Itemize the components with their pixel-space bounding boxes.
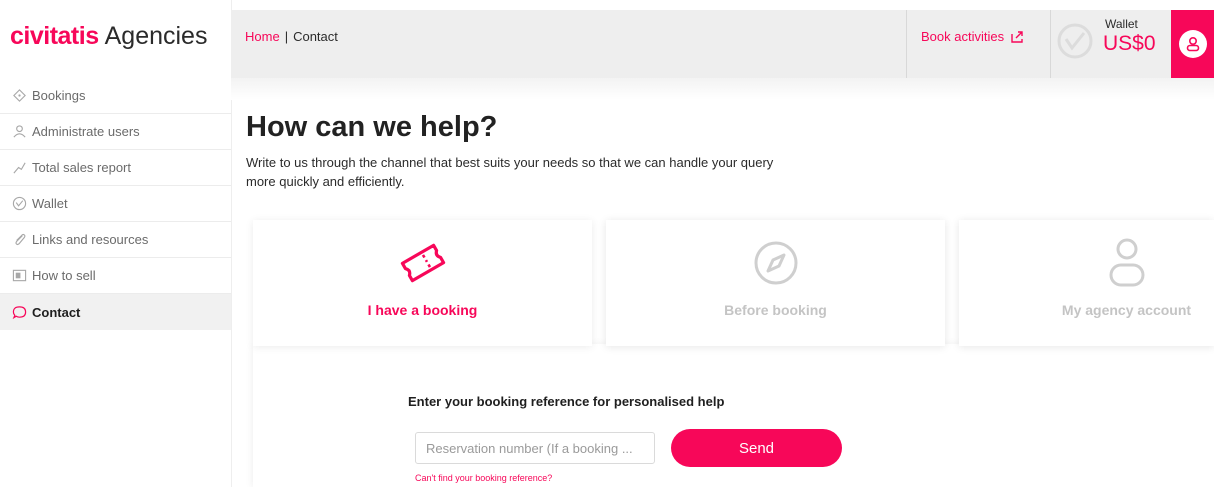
logo-brand: civitatis	[10, 22, 99, 50]
help-cards: I have a booking Before booking My agenc…	[246, 214, 1214, 349]
chat-bubble-icon	[11, 304, 27, 320]
topbar-divider	[906, 10, 907, 78]
ticket-icon	[396, 236, 450, 290]
breadcrumb-home-link[interactable]: Home	[245, 29, 280, 44]
external-link-icon	[1011, 30, 1023, 43]
page-intro: Write to us through the channel that bes…	[246, 155, 774, 189]
card-label: Before booking	[724, 302, 827, 318]
sidebar-item-how-to-sell[interactable]: How to sell	[0, 258, 231, 294]
card-before-booking[interactable]: Before booking	[606, 220, 945, 346]
sidebar-item-label: Bookings	[32, 88, 86, 103]
compass-icon	[749, 236, 803, 290]
sidebar-item-label: Total sales report	[32, 160, 131, 175]
app-root: civitatis Agencies Bookings Administrate…	[0, 0, 1214, 487]
sidebar-item-contact[interactable]: Contact	[0, 294, 231, 330]
sidebar-item-label: Administrate users	[32, 124, 140, 139]
paperclip-icon	[11, 232, 27, 248]
sidebar-item-wallet[interactable]: Wallet	[0, 186, 231, 222]
breadcrumb: Home | Contact	[245, 29, 338, 44]
sidebar: civitatis Agencies Bookings Administrate…	[0, 0, 231, 487]
card-my-agency-account[interactable]: My agency account	[959, 220, 1214, 346]
presentation-icon	[11, 268, 27, 284]
topbar-shadow	[231, 78, 1214, 100]
sidebar-item-total-sales-report[interactable]: Total sales report	[0, 150, 231, 186]
user-icon	[1178, 30, 1207, 58]
logo[interactable]: civitatis Agencies	[10, 22, 207, 56]
sidebar-item-label: Contact	[32, 304, 81, 320]
ticket-icon	[11, 88, 27, 104]
send-button[interactable]: Send	[671, 429, 842, 467]
sidebar-item-label: Links and resources	[32, 232, 149, 247]
sidebar-item-bookings[interactable]: Bookings	[0, 78, 231, 114]
breadcrumb-current: Contact	[293, 29, 338, 44]
user-menu-button[interactable]	[1171, 10, 1214, 78]
sales-chart-icon	[11, 160, 27, 176]
user-icon	[1100, 236, 1154, 290]
topbar-divider	[1050, 10, 1051, 78]
wallet-label: Wallet	[1105, 17, 1138, 31]
sidebar-item-label: Wallet	[32, 196, 68, 211]
wallet-amount[interactable]: US$0	[1103, 32, 1156, 56]
users-icon	[11, 124, 27, 140]
wallet-icon	[11, 196, 27, 212]
sidebar-item-administrate-users[interactable]: Administrate users	[0, 114, 231, 150]
card-label: My agency account	[1061, 302, 1192, 318]
topbar: Home | Contact Book activities Wallet US…	[231, 10, 1214, 78]
breadcrumb-separator: |	[284, 29, 289, 44]
sidebar-item-label: How to sell	[32, 268, 96, 283]
card-i-have-a-booking[interactable]: I have a booking	[253, 220, 592, 346]
card-label: I have a booking	[367, 302, 478, 318]
book-activities-link[interactable]: Book activities	[921, 29, 1024, 44]
booking-form-heading: Enter your booking reference for persona…	[408, 394, 725, 409]
page-title: How can we help?	[246, 111, 498, 143]
book-activities-label: Book activities	[921, 29, 1005, 44]
wallet-logo-icon	[1057, 23, 1093, 59]
logo-suffix: Agencies	[104, 22, 208, 50]
sidebar-nav: Bookings Administrate users Total sales …	[0, 78, 231, 330]
reservation-number-input[interactable]	[415, 432, 655, 464]
cant-find-booking-reference-link[interactable]: Can't find your booking reference?	[415, 473, 552, 483]
sidebar-item-links-and-resources[interactable]: Links and resources	[0, 222, 231, 258]
